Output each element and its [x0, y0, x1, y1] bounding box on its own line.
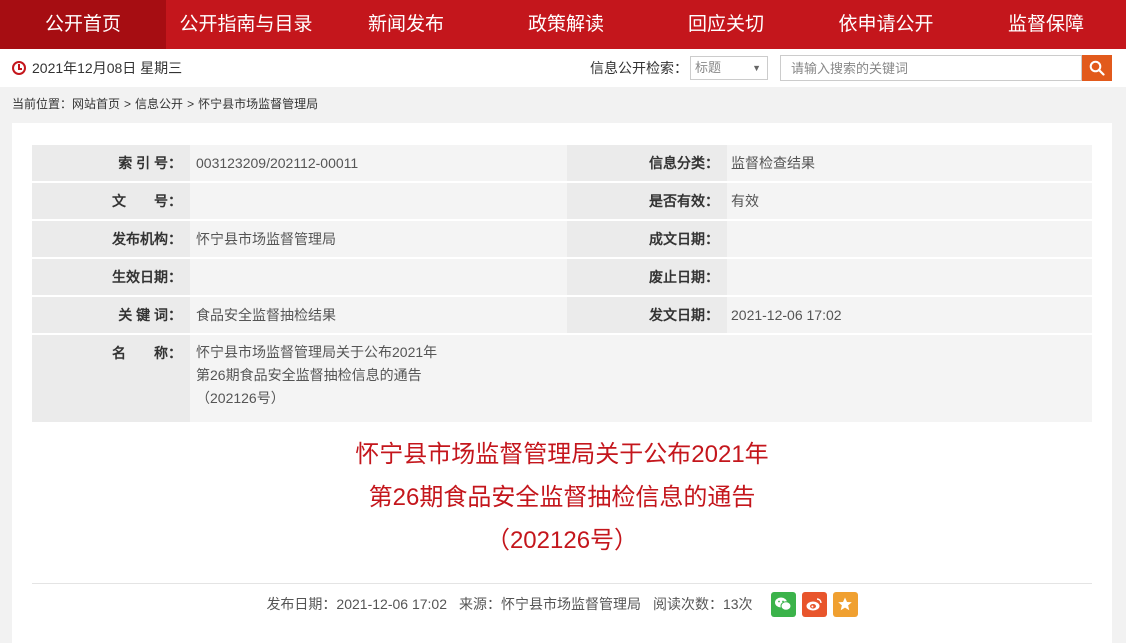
written-date-value: [727, 221, 1092, 257]
breadcrumb-sep: >: [187, 97, 195, 111]
issued-date-value: 2021-12-06 17:02: [727, 297, 1092, 333]
nav-item-home[interactable]: 公开首页: [0, 0, 166, 49]
name-line: 怀宁县市场监督管理局关于公布2021年: [196, 344, 438, 360]
title-line: 怀宁县市场监督管理局关于公布2021年: [355, 441, 769, 468]
title-line: 第26期食品安全监督抽检信息的通告: [368, 484, 756, 511]
search-label: 信息公开检索：: [590, 60, 688, 76]
breadcrumb-home[interactable]: 网站首页: [72, 97, 120, 111]
metadata-table: 索 引 号： 003123209/202112-00011 信息分类： 监督检查…: [32, 143, 1092, 424]
written-date-label: 成文日期：: [567, 221, 727, 257]
table-row: 名 称： 怀宁县市场监督管理局关于公布2021年 第26期食品安全监督抽检信息的…: [32, 335, 1092, 422]
article-title: 怀宁县市场监督管理局关于公布2021年 第26期食品安全监督抽检信息的通告 （2…: [12, 433, 1112, 562]
keywords-label: 关 键 词：: [32, 297, 190, 333]
publisher-label: 发布机构：: [32, 221, 190, 257]
search-input[interactable]: [780, 55, 1082, 81]
search-icon: [1089, 60, 1105, 76]
source: 来源：怀宁县市场监督管理局: [458, 596, 641, 612]
name-line: （202126号）: [196, 390, 285, 406]
publisher-value: 怀宁县市场监督管理局: [190, 221, 567, 257]
search-type-value: 标题: [695, 60, 722, 75]
share-weibo-button[interactable]: [801, 591, 827, 617]
nav-item-application[interactable]: 依申请公开: [806, 0, 966, 49]
divider: [32, 583, 1092, 584]
table-row: 发布机构： 怀宁县市场监督管理局 成文日期：: [32, 221, 1092, 257]
name-label: 名 称：: [32, 335, 190, 422]
nav-item-response[interactable]: 回应关切: [646, 0, 806, 49]
breadcrumb-bureau[interactable]: 怀宁县市场监督管理局: [198, 97, 318, 111]
breadcrumb-sep: >: [124, 97, 132, 111]
breadcrumb-info[interactable]: 信息公开: [135, 97, 183, 111]
publish-date: 发布日期：2021-12-06 17:02: [266, 596, 447, 612]
abolish-date-label: 废止日期：: [567, 259, 727, 295]
keywords-value: 食品安全监督抽检结果: [190, 297, 567, 333]
name-line: 第26期食品安全监督抽检信息的通告: [196, 367, 422, 383]
docno-value: [190, 183, 567, 219]
nav-item-guide[interactable]: 公开指南与目录: [166, 0, 326, 49]
current-date: 2021年12月08日 星期三: [32, 60, 183, 76]
clock-icon: [12, 61, 26, 75]
category-label: 信息分类：: [567, 145, 727, 181]
issued-date-label: 发文日期：: [567, 297, 727, 333]
nav-item-policy[interactable]: 政策解读: [486, 0, 646, 49]
search-button[interactable]: [1082, 55, 1112, 81]
title-line: （202126号）: [485, 527, 639, 554]
valid-value: 有效: [727, 183, 1092, 219]
view-count: 阅读次数：13次: [652, 596, 753, 612]
content-card: 索 引 号： 003123209/202112-00011 信息分类： 监督检查…: [12, 123, 1112, 643]
article-info: 发布日期：2021-12-06 17:02 来源：怀宁县市场监督管理局 阅读次数…: [12, 591, 1112, 617]
index-label: 索 引 号：: [32, 145, 190, 181]
share-wechat-button[interactable]: [770, 591, 796, 617]
search-type-select[interactable]: 标题 ▼: [690, 56, 768, 80]
favorite-button[interactable]: [832, 591, 858, 617]
effective-date-label: 生效日期：: [32, 259, 190, 295]
info-bar: 2021年12月08日 星期三 信息公开检索： 标题 ▼: [0, 49, 1126, 87]
nav-item-supervision[interactable]: 监督保障: [966, 0, 1126, 49]
nav-item-news[interactable]: 新闻发布: [326, 0, 486, 49]
breadcrumb-prefix: 当前位置：: [12, 97, 73, 111]
chevron-down-icon: ▼: [752, 63, 761, 73]
table-row: 生效日期： 废止日期：: [32, 259, 1092, 295]
top-nav: 公开首页 公开指南与目录 新闻发布 政策解读 回应关切 依申请公开 监督保障: [0, 0, 1126, 49]
category-value: 监督检查结果: [727, 145, 1092, 181]
breadcrumb: 当前位置：网站首页 > 信息公开 > 怀宁县市场监督管理局: [0, 87, 1126, 121]
docno-label: 文 号：: [32, 183, 190, 219]
table-row: 索 引 号： 003123209/202112-00011 信息分类： 监督检查…: [32, 145, 1092, 181]
abolish-date-value: [727, 259, 1092, 295]
wechat-icon: [775, 597, 792, 611]
index-value: 003123209/202112-00011: [190, 145, 567, 181]
valid-label: 是否有效：: [567, 183, 727, 219]
table-row: 关 键 词： 食品安全监督抽检结果 发文日期： 2021-12-06 17:02: [32, 297, 1092, 333]
table-row: 文 号： 是否有效： 有效: [32, 183, 1092, 219]
star-icon: [838, 597, 852, 611]
name-value: 怀宁县市场监督管理局关于公布2021年 第26期食品安全监督抽检信息的通告 （2…: [190, 335, 1092, 422]
effective-date-value: [190, 259, 567, 295]
weibo-icon: [806, 598, 822, 611]
